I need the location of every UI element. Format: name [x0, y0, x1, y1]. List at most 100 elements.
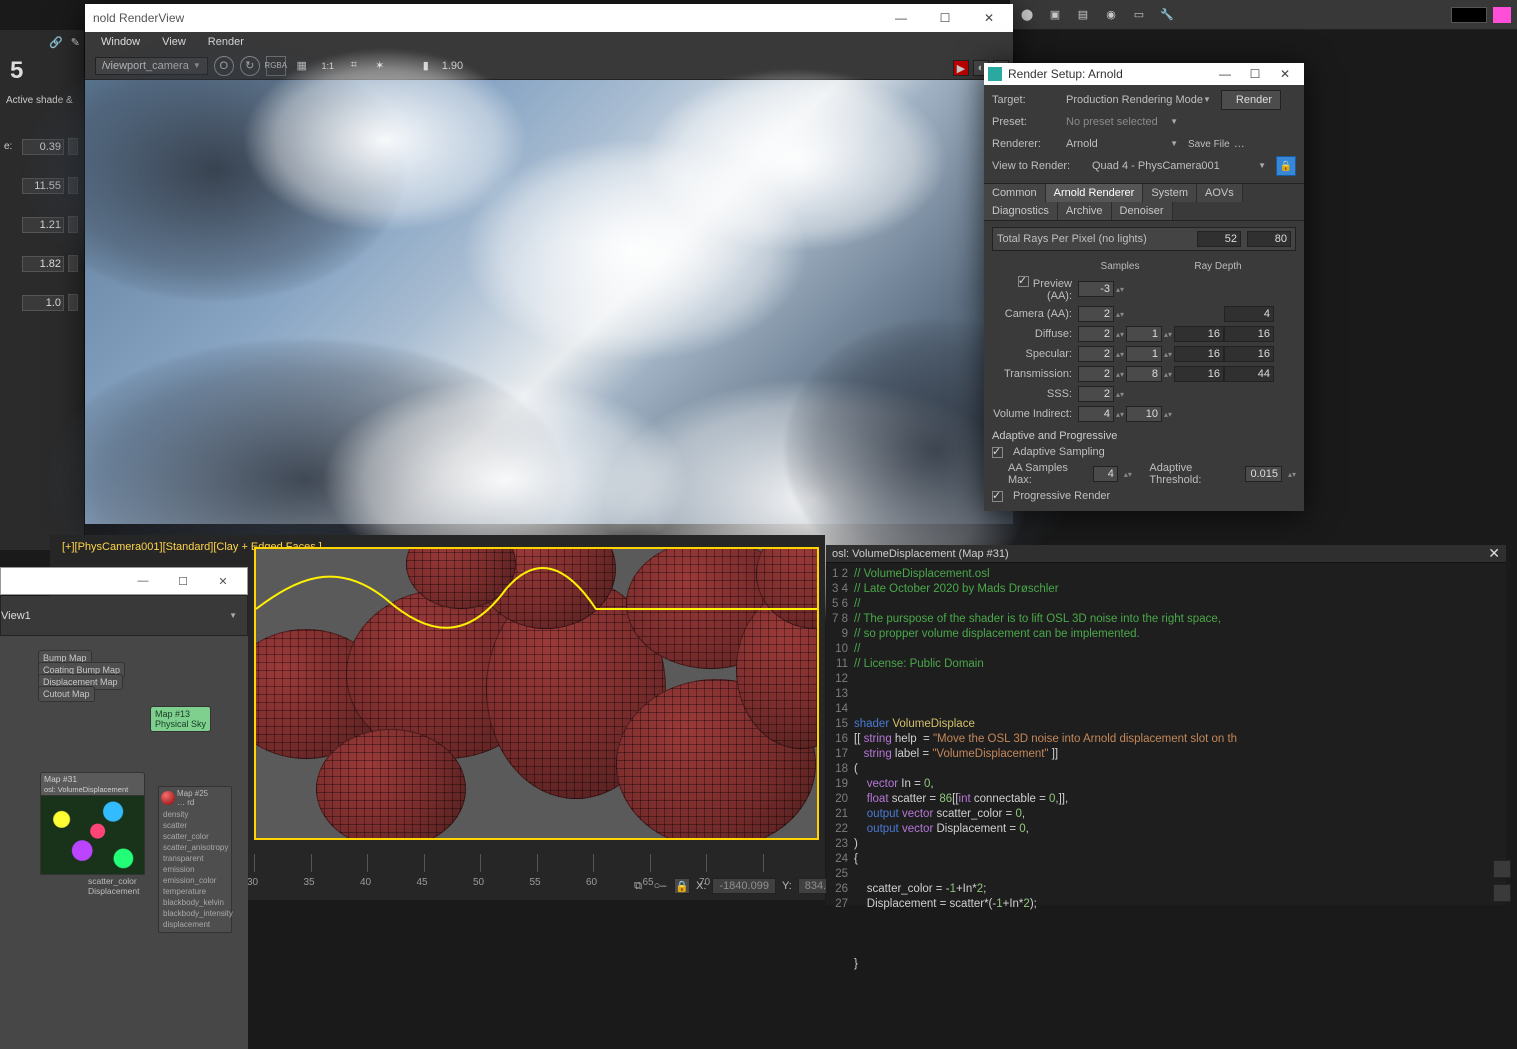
spinner-icon[interactable]: ▴▾	[1124, 470, 1132, 479]
record-icon[interactable]: ▶	[953, 60, 969, 76]
aa-max-value[interactable]: 4	[1093, 466, 1117, 482]
physical-sky-node[interactable]: Map #13 Physical Sky	[150, 706, 211, 732]
code-area[interactable]: // VolumeDisplacement.osl // Late Octobe…	[854, 567, 1506, 972]
timeline-ruler[interactable]: 30354045505560657075	[254, 844, 819, 872]
ruler-tick[interactable]: 35	[311, 854, 368, 872]
pencil-icon[interactable]: ✎	[71, 36, 80, 49]
left-row-input[interactable]	[22, 295, 64, 311]
tab-diagnostics[interactable]: Diagnostics	[984, 202, 1058, 220]
map-browser-titlebar[interactable]: — ☐ ✕	[0, 567, 248, 595]
save-file-label[interactable]: Save File	[1188, 139, 1230, 150]
spinner-icon[interactable]: ▴▾	[1162, 350, 1174, 359]
raydepth-input[interactable]: 1	[1126, 346, 1162, 362]
raydepth-input[interactable]: 10	[1126, 406, 1162, 422]
samples-input[interactable]: 2	[1078, 386, 1114, 402]
view-dropdown[interactable]: Quad 4 - PhysCamera001▼	[1088, 160, 1270, 173]
teapot-icon[interactable]: ⬤	[1016, 4, 1038, 26]
lock-icon[interactable]: 🔒	[674, 878, 690, 894]
spinner-icon[interactable]: ▴▾	[1288, 470, 1296, 479]
close-icon[interactable]: ✕	[1488, 545, 1500, 562]
viewport-canvas[interactable]	[254, 547, 819, 840]
node-graph[interactable]: Bump MapCoating Bump MapDisplacement Map…	[0, 636, 248, 1049]
lock-view-button[interactable]: 🔒	[1276, 156, 1296, 176]
preview-checkbox[interactable]	[1018, 276, 1029, 287]
raydepth-input[interactable]: 1	[1126, 326, 1162, 342]
ruler-tick[interactable]: 50	[480, 854, 537, 872]
tool-b[interactable]	[1493, 884, 1511, 902]
layout-icon[interactable]: ▤	[1072, 4, 1094, 26]
left-row-input[interactable]	[22, 256, 64, 272]
adaptive-sampling-checkbox[interactable]	[992, 447, 1003, 458]
material-param[interactable]: emission_color	[161, 875, 229, 886]
material-param[interactable]: transparent	[161, 853, 229, 864]
spinner-icon[interactable]: ▴▾	[1114, 310, 1126, 319]
renderer-dropdown[interactable]: Arnold▼	[1062, 138, 1182, 151]
material-param[interactable]: scatter	[161, 820, 229, 831]
material-param[interactable]: scatter_color	[161, 831, 229, 842]
spinner-icon[interactable]: ▴▾	[1114, 330, 1126, 339]
spinner-icon[interactable]: ▴▾	[1114, 390, 1126, 399]
samples-input[interactable]: 4	[1078, 406, 1114, 422]
menu-window[interactable]: Window	[101, 36, 140, 48]
maximize-button[interactable]: ☐	[923, 5, 967, 31]
maximize-button[interactable]: ☐	[163, 570, 203, 592]
render-setup-titlebar[interactable]: Render Setup: Arnold — ☐ ✕	[984, 63, 1304, 85]
spinner-icon[interactable]: ▴▾	[1114, 350, 1126, 359]
tab-aovs[interactable]: AOVs	[1197, 184, 1243, 202]
tab-arnold-renderer[interactable]: Arnold Renderer	[1046, 184, 1144, 202]
material-param[interactable]: blackbody_kelvin	[161, 897, 229, 908]
minimize-button[interactable]: —	[123, 570, 163, 592]
tool-a[interactable]	[1493, 860, 1511, 878]
material-param[interactable]: scatter_anisotropy	[161, 842, 229, 853]
tab-denoiser[interactable]: Denoiser	[1112, 202, 1173, 220]
osl-noise-node[interactable]: Map #31 osl: VolumeDisplacement	[40, 772, 145, 875]
spinner-icon[interactable]	[68, 294, 78, 311]
ruler-tick[interactable]: 40	[367, 854, 424, 872]
key-icon[interactable]: ○–	[652, 878, 668, 894]
minimize-button[interactable]: —	[879, 5, 923, 31]
render-image[interactable]	[85, 80, 1013, 524]
samples-input[interactable]: 2	[1078, 366, 1114, 382]
ruler-tick[interactable]: 45	[424, 854, 481, 872]
material-param[interactable]: temperature	[161, 886, 229, 897]
close-button[interactable]: ✕	[967, 5, 1011, 31]
close-button[interactable]: ✕	[203, 570, 243, 592]
material-param[interactable]: emission	[161, 864, 229, 875]
samples-input[interactable]: 2	[1078, 326, 1114, 342]
spinner-icon[interactable]: ▴▾	[1162, 410, 1174, 419]
spinner-icon[interactable]: ▴▾	[1114, 410, 1126, 419]
ruler-tick[interactable]: 55	[537, 854, 594, 872]
ruler-tick[interactable]: 65	[650, 854, 707, 872]
close-button[interactable]: ✕	[1270, 65, 1300, 83]
material-param[interactable]: displacement	[161, 919, 229, 930]
view1-tab[interactable]: View1 ▼	[0, 596, 248, 636]
x-value[interactable]: -1840.099	[712, 878, 776, 894]
material-param[interactable]: density	[161, 809, 229, 820]
monitor-icon[interactable]: ▭	[1128, 4, 1150, 26]
samples-input[interactable]: 2	[1078, 346, 1114, 362]
tab-common[interactable]: Common	[984, 184, 1046, 202]
standard-volume-node[interactable]: Map #25 … rd densityscatterscatter_color…	[158, 786, 232, 933]
sphere-icon[interactable]: ◉	[1100, 4, 1122, 26]
ellipsis-icon[interactable]: …	[1234, 138, 1245, 150]
ruler-tick[interactable]: 75	[763, 854, 820, 872]
spinner-icon[interactable]: ▴▾	[1114, 370, 1126, 379]
spinner-icon[interactable]: ▴▾	[1162, 330, 1174, 339]
raydepth-input[interactable]: 8	[1126, 366, 1162, 382]
wrench-icon[interactable]: 🔧	[1156, 4, 1178, 26]
ruler-tick[interactable]: 70	[706, 854, 763, 872]
spinner-icon[interactable]: ▴▾	[1114, 285, 1126, 294]
progressive-checkbox[interactable]	[992, 491, 1003, 502]
tab-system[interactable]: System	[1143, 184, 1197, 202]
maximize-button[interactable]: ☐	[1240, 65, 1270, 83]
samples-input[interactable]: -3	[1078, 281, 1114, 297]
render-button[interactable]: Render	[1221, 90, 1281, 110]
material-param[interactable]: blackbody_intensity	[161, 908, 229, 919]
preset-dropdown[interactable]: No preset selected▼	[1062, 116, 1182, 129]
mini-map-node[interactable]: Cutout Map	[38, 686, 95, 702]
spinner-icon[interactable]: ▴▾	[1162, 370, 1174, 379]
color-swatch-fg[interactable]	[1493, 7, 1511, 23]
target-dropdown[interactable]: Production Rendering Mode▼	[1062, 94, 1215, 107]
ruler-tick[interactable]: 30	[254, 854, 311, 872]
tab-archive[interactable]: Archive	[1058, 202, 1112, 220]
